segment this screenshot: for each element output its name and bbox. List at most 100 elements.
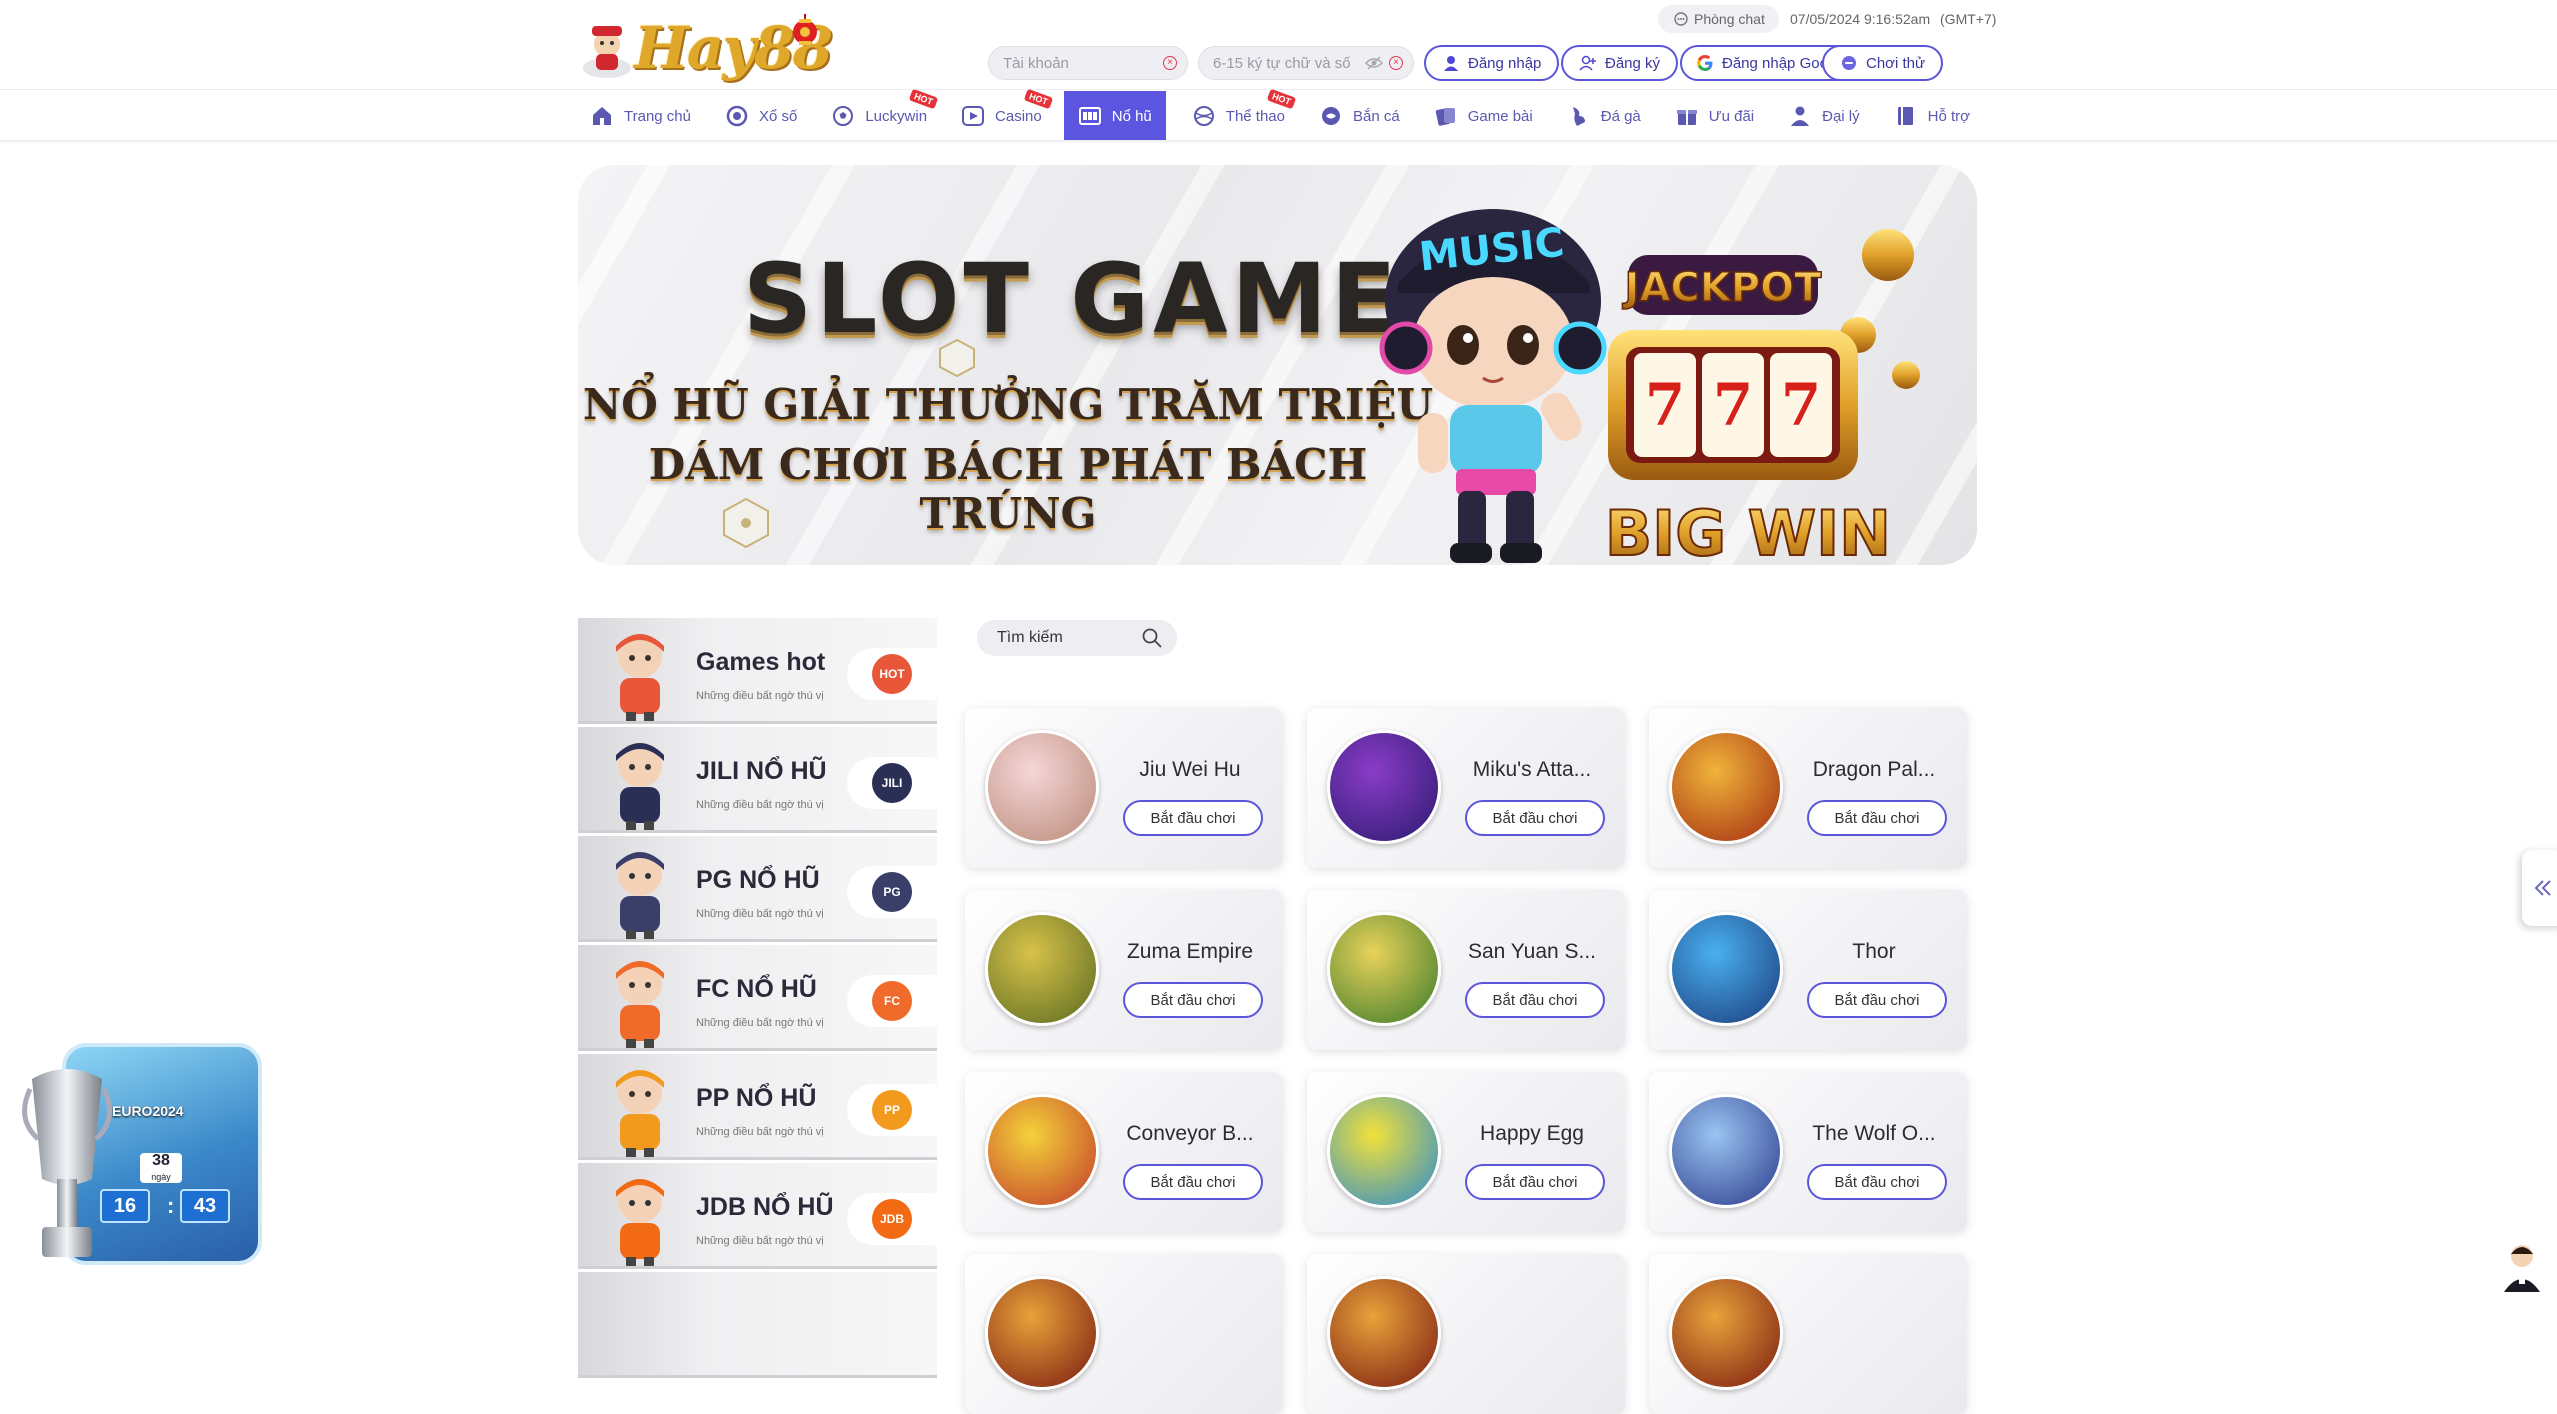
nav-label: Nổ hũ — [1111, 107, 1152, 125]
game-thumbnail[interactable] — [985, 912, 1099, 1026]
nav-shadow — [0, 140, 2557, 144]
site-header: Hay88 Phòng chat 07/05/2024 9:16:52am (G… — [0, 0, 2557, 141]
nav-item-lottery[interactable]: Xổ số — [713, 91, 809, 141]
game-card[interactable]: The Wolf O... Bắt đầu chơi — [1649, 1072, 1967, 1232]
game-card[interactable]: Jiu Wei Hu Bắt đầu chơi — [965, 708, 1283, 868]
category-description: Những điều bất ngờ thú vị — [696, 1126, 824, 1138]
game-name: Happy Egg — [1480, 1122, 1584, 1145]
game-name: Zuma Empire — [1126, 940, 1254, 963]
game-thumbnail[interactable] — [1327, 730, 1441, 844]
category-badge-wrap: JILI — [847, 757, 937, 809]
nav-item-sports[interactable]: Thể thao HOT — [1180, 88, 1297, 141]
game-card[interactable]: Thor Bắt đầu chơi — [1649, 890, 1967, 1050]
game-card[interactable]: Zuma Empire Bắt đầu chơi — [965, 890, 1283, 1050]
nav-item-home[interactable]: Trang chủ — [578, 91, 703, 141]
category-item[interactable]: PG NỔ HŨ Những điều bất ngờ thú vị PG — [578, 836, 937, 942]
support-agent-icon[interactable] — [2500, 1240, 2544, 1292]
hot-badge: HOT — [1266, 88, 1297, 110]
nav-item-support[interactable]: Hỗ trợ — [1882, 91, 1982, 141]
start-play-button[interactable]: Bắt đầu chơi — [1123, 982, 1263, 1018]
site-logo[interactable]: Hay88 — [578, 10, 833, 82]
game-thumbnail[interactable] — [1669, 1276, 1783, 1390]
soccer-icon — [833, 106, 854, 126]
game-card[interactable]: San Yuan S... Bắt đầu chơi — [1307, 890, 1625, 1050]
clear-username-icon[interactable]: × — [1163, 56, 1177, 70]
hero-banner: SLOT GAMES NỔ HŨ GIẢI THƯỞNG TRĂM TRIỆU … — [578, 165, 1977, 565]
side-panel-toggle[interactable] — [2522, 850, 2557, 926]
dice-icon-small — [939, 338, 975, 378]
game-card-partial[interactable] — [1649, 1254, 1967, 1414]
start-play-button[interactable]: Bắt đầu chơi — [1807, 800, 1947, 836]
game-thumbnail[interactable] — [985, 1094, 1099, 1208]
try-play-button[interactable]: Chơi thử — [1822, 45, 1944, 81]
search-icon[interactable] — [1141, 627, 1163, 649]
nav-item-card-games[interactable]: Game bài — [1422, 91, 1545, 141]
game-name: Dragon Pal... — [1812, 758, 1936, 781]
game-thumbnail[interactable] — [1669, 730, 1783, 844]
nav-label: Luckywin — [865, 107, 928, 125]
nav-item-luckywin[interactable]: Luckywin HOT — [819, 88, 939, 141]
game-card-partial[interactable] — [1307, 1254, 1625, 1414]
svg-text:7: 7 — [1781, 371, 1821, 439]
nav-item-cockfight[interactable]: Đá gà — [1555, 91, 1653, 141]
game-thumbnail[interactable] — [985, 1276, 1099, 1390]
category-item[interactable]: FC NỔ HŨ Những điều bất ngờ thú vị FC — [578, 945, 937, 1051]
category-item[interactable]: Games hot Những điều bất ngờ thú vị HOT — [578, 618, 937, 724]
provider-logo-icon: FC — [872, 981, 912, 1021]
start-play-button[interactable]: Bắt đầu chơi — [1123, 800, 1263, 836]
nav-item-casino[interactable]: Casino HOT — [949, 88, 1054, 141]
sports-icon — [1193, 106, 1214, 126]
game-thumbnail[interactable] — [1327, 1094, 1441, 1208]
category-item[interactable]: PP NỔ HŨ Những điều bất ngờ thú vị PP — [578, 1054, 937, 1160]
euro-days-label: ngày — [151, 1172, 171, 1182]
nav-item-agent[interactable]: Đại lý — [1776, 91, 1872, 141]
show-password-icon[interactable] — [1365, 56, 1383, 70]
game-card[interactable]: Dragon Pal... Bắt đầu chơi — [1649, 708, 1967, 868]
game-card[interactable]: Conveyor B... Bắt đầu chơi — [965, 1072, 1283, 1232]
start-play-button[interactable]: Bắt đầu chơi — [1807, 1164, 1947, 1200]
euro-countdown-widget[interactable]: EURO2024 38 ngày 16 : 43 — [22, 1043, 262, 1269]
nav-item-promotions[interactable]: Ưu đãi — [1663, 91, 1766, 141]
password-field-wrap: × — [1198, 46, 1414, 80]
login-button[interactable]: Đăng nhập — [1424, 45, 1560, 81]
game-thumbnail[interactable] — [1669, 912, 1783, 1026]
game-search-input[interactable] — [997, 629, 1127, 647]
category-item[interactable]: JDB NỔ HŨ Những điều bất ngờ thú vị JDB — [578, 1163, 937, 1269]
register-button[interactable]: Đăng ký — [1561, 45, 1679, 81]
fish-icon — [1322, 107, 1340, 125]
game-thumbnail[interactable] — [985, 730, 1099, 844]
category-badge-wrap: FC — [847, 975, 937, 1027]
game-thumbnail[interactable] — [1327, 912, 1441, 1026]
category-name: JDB NỔ HŨ — [696, 1193, 834, 1221]
start-play-button[interactable]: Bắt đầu chơi — [1807, 982, 1947, 1018]
game-card[interactable]: Happy Egg Bắt đầu chơi — [1307, 1072, 1625, 1232]
game-card[interactable]: Miku's Atta... Bắt đầu chơi — [1307, 708, 1625, 868]
nav-item-fishing[interactable]: Bắn cá — [1307, 91, 1412, 141]
category-name: Games hot — [696, 648, 826, 676]
start-play-button[interactable]: Bắt đầu chơi — [1465, 1164, 1605, 1200]
category-character-image — [616, 743, 664, 830]
god-of-wealth-icon — [583, 26, 631, 78]
category-character-image — [616, 1070, 664, 1157]
play-icon — [962, 106, 985, 126]
chat-room-button[interactable]: Phòng chat — [1658, 5, 1779, 33]
nav-item-slots[interactable]: Nổ hũ — [1063, 91, 1166, 141]
start-play-button[interactable]: Bắt đầu chơi — [1465, 800, 1605, 836]
password-input[interactable] — [1213, 54, 1365, 72]
start-play-button[interactable]: Bắt đầu chơi — [1123, 1164, 1263, 1200]
provider-logo-icon: PP — [872, 1090, 912, 1130]
chat-icon — [1674, 12, 1688, 26]
username-field-wrap: × — [988, 46, 1188, 80]
game-card-partial[interactable] — [965, 1254, 1283, 1414]
game-thumbnail[interactable] — [1669, 1094, 1783, 1208]
game-thumbnail[interactable] — [1327, 1276, 1441, 1390]
start-play-button[interactable]: Bắt đầu chơi — [1465, 982, 1605, 1018]
clear-password-icon[interactable]: × — [1389, 56, 1403, 70]
category-item-partial[interactable] — [578, 1272, 937, 1378]
category-item[interactable]: JILI NỔ HŨ Những điều bất ngờ thú vị JIL… — [578, 727, 937, 833]
provider-category-list: Games hot Những điều bất ngờ thú vị HOT … — [578, 618, 937, 1378]
banner-line-1: NỔ HŨ GIẢI THƯỞNG TRĂM TRIỆU — [582, 380, 1434, 429]
nav-label: Hỗ trợ — [1927, 107, 1970, 125]
username-input[interactable] — [1003, 54, 1163, 72]
category-name: JILI NỔ HŨ — [696, 757, 827, 785]
